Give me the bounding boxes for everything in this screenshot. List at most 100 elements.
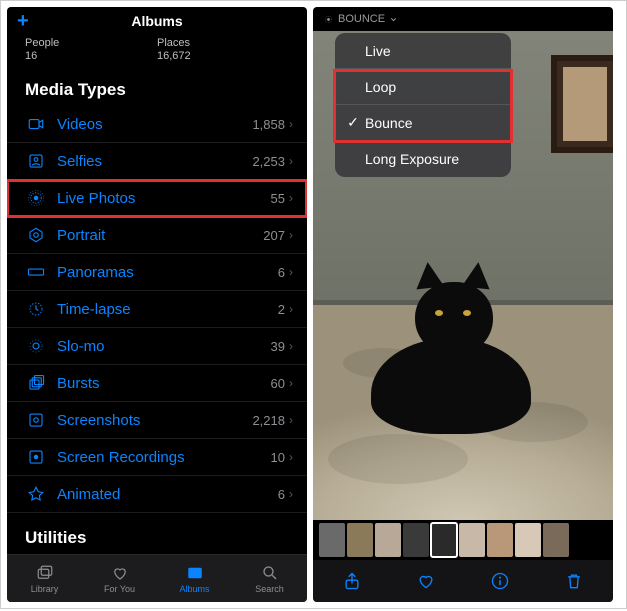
chevron-right-icon: › [289,265,293,279]
chevron-right-icon: › [289,413,293,427]
heart-icon [416,571,436,591]
row-label: Screen Recordings [57,449,271,466]
media-type-pano[interactable]: Panoramas6› [7,254,307,291]
effect-option-long-exposure[interactable]: Long Exposure [335,141,511,177]
chevron-right-icon: › [289,339,293,353]
tab-albums-label: Albums [179,584,209,594]
effect-option-label: Long Exposure [365,151,459,167]
tab-library[interactable]: Library [7,555,82,602]
effect-option-loop[interactable]: Loop [335,69,511,105]
effect-menu: Live Loop ✓Bounce Long Exposure [335,33,511,177]
thumbnail[interactable] [319,523,345,557]
row-count: 2,253 [252,154,285,169]
share-button[interactable] [331,571,373,591]
thumbnail[interactable] [487,523,513,557]
effect-option-live[interactable]: Live [335,33,511,69]
chevron-right-icon: › [289,191,293,205]
add-album-button[interactable]: + [17,11,29,31]
tab-foryou-label: For You [104,584,135,594]
effect-indicator[interactable]: BOUNCE [313,7,613,31]
photo-toolbar [313,560,613,602]
chevron-right-icon: › [289,154,293,168]
screenshots-icon [25,411,47,429]
albums-header: + Albums [7,7,307,35]
delete-button[interactable] [553,571,595,591]
utilities-heading: Utilities [7,520,307,554]
places-count: 16,672 [157,50,289,62]
media-type-screenrec[interactable]: Screen Recordings10 › [7,439,307,476]
tab-search-label: Search [255,584,284,594]
chevron-right-icon: › [289,228,293,242]
row-count: 55 [271,191,285,206]
effect-option-label: Live [365,43,391,59]
thumbnail[interactable] [431,523,457,557]
tab-search[interactable]: Search [232,555,307,602]
favorite-button[interactable] [405,571,447,591]
media-type-live[interactable]: Live Photos55 › [7,180,307,217]
row-label: Bursts [57,375,271,392]
selfie-icon [25,152,47,170]
effect-option-label: Loop [365,79,396,95]
media-type-animated[interactable]: Animated6 › [7,476,307,513]
row-count: 60 [271,376,285,391]
media-type-video[interactable]: Videos1,858› [7,106,307,143]
chevron-right-icon: › [289,376,293,390]
row-count: 10 [271,450,285,465]
places-album[interactable]: Places 16,672 [157,37,289,62]
thumbnail[interactable] [403,523,429,557]
tab-library-label: Library [31,584,59,594]
thumbnail-strip[interactable] [313,520,613,560]
timelapse-icon [25,300,47,318]
media-type-slomo[interactable]: Slo-mo39› [7,328,307,365]
effect-label: BOUNCE [338,13,385,25]
thumbnail[interactable] [543,523,569,557]
media-type-selfie[interactable]: Selfies2,253 › [7,143,307,180]
tab-bar: Library For You Albums Search [7,554,307,602]
media-type-timelapse[interactable]: Time-lapse2› [7,291,307,328]
live-icon [323,14,334,25]
photo-viewport[interactable]: Live Loop ✓Bounce Long Exposure [313,31,613,520]
tab-albums[interactable]: Albums [157,555,232,602]
row-label: Panoramas [57,264,278,281]
media-type-screenshots[interactable]: Screenshots2,218› [7,402,307,439]
chevron-right-icon: › [289,450,293,464]
thumbnail[interactable] [459,523,485,557]
header-title: Albums [131,13,182,29]
media-types-list[interactable]: Videos1,858›Selfies2,253›Live Photos55›P… [7,106,307,520]
thumbnail[interactable] [375,523,401,557]
animated-icon [25,485,47,503]
effect-option-label: Bounce [365,115,412,131]
row-label: Live Photos [57,190,271,207]
row-label: Slo-mo [57,338,271,355]
row-count: 6 [278,487,285,502]
people-album[interactable]: People 16 [25,37,157,62]
row-count: 1,858 [252,117,285,132]
row-label: Screenshots [57,412,252,429]
effect-option-bounce[interactable]: ✓Bounce [335,105,511,141]
slomo-icon [25,337,47,355]
pano-icon [25,263,47,281]
info-button[interactable] [479,571,521,591]
tab-foryou[interactable]: For You [82,555,157,602]
media-type-bursts[interactable]: Bursts60 › [7,365,307,402]
share-icon [342,571,362,591]
people-count: 16 [25,50,157,62]
thumbnail[interactable] [347,523,373,557]
albums-icon [185,564,205,582]
row-label: Selfies [57,153,252,170]
chevron-right-icon: › [289,487,293,501]
checkmark-icon: ✓ [345,114,361,131]
cat-subject [359,266,543,434]
media-type-portrait[interactable]: Portrait207› [7,217,307,254]
row-label: Animated [57,486,278,503]
chevron-down-icon [389,15,398,24]
video-icon [25,115,47,133]
chevron-right-icon: › [289,302,293,316]
row-count: 207 [263,228,285,243]
foryou-icon [110,564,130,582]
albums-screen: + Albums People 16 Places 16,672 Media T… [7,7,307,602]
row-label: Videos [57,116,252,133]
albums-stats: People 16 Places 16,672 [7,35,307,72]
live-icon [25,189,47,207]
thumbnail[interactable] [515,523,541,557]
